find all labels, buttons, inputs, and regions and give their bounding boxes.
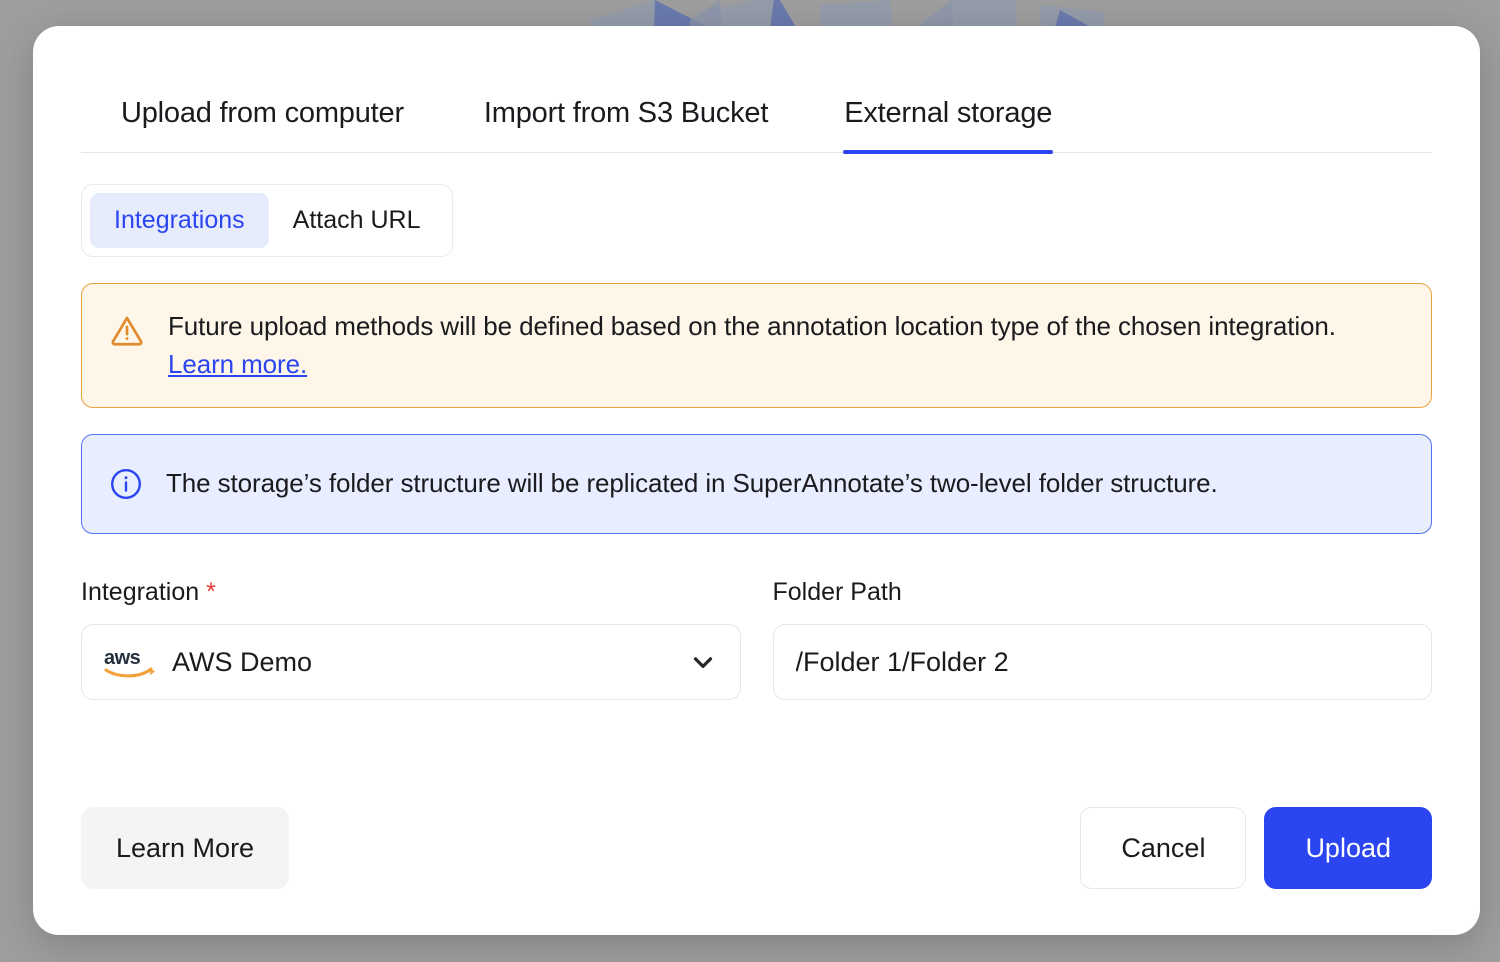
integration-label-text: Integration (81, 578, 200, 607)
required-asterisk: * (206, 578, 216, 607)
folder-path-input[interactable]: /Folder 1/Folder 2 (772, 624, 1432, 701)
svg-text:aws: aws (104, 647, 141, 669)
source-mode-segmented-control: Integrations Attach URL (81, 184, 454, 257)
upload-dialog: Upload from computer Import from S3 Buck… (33, 26, 1480, 935)
folder-path-field: Folder Path /Folder 1/Folder 2 (772, 578, 1432, 701)
warning-triangle-icon (108, 308, 146, 349)
segment-attach-url[interactable]: Attach URL (269, 193, 445, 248)
tab-external-storage[interactable]: External storage (843, 97, 1054, 154)
info-banner-text: The storage’s folder structure will be r… (166, 468, 1218, 499)
segment-integrations[interactable]: Integrations (90, 193, 269, 248)
info-circle-icon (108, 466, 144, 502)
dialog-footer: Learn More Cancel Upload (81, 807, 1432, 889)
chevron-down-icon[interactable] (688, 647, 718, 677)
info-banner: The storage’s folder structure will be r… (81, 434, 1432, 535)
tab-import-from-s3-bucket[interactable]: Import from S3 Bucket (484, 97, 768, 152)
folder-path-value: /Folder 1/Folder 2 (795, 646, 1009, 677)
warning-banner-message: Future upload methods will be defined ba… (168, 311, 1336, 341)
form-row: Integration * aws AWS Demo Folder Path /… (81, 578, 1432, 701)
dialog-tabs: Upload from computer Import from S3 Buck… (81, 26, 1432, 154)
tab-upload-from-computer[interactable]: Upload from computer (121, 97, 404, 152)
integration-field: Integration * aws AWS Demo (81, 578, 741, 701)
warning-banner: Future upload methods will be defined ba… (81, 283, 1432, 409)
upload-button[interactable]: Upload (1264, 807, 1432, 889)
integration-select[interactable]: aws AWS Demo (81, 624, 741, 701)
folder-path-label: Folder Path (772, 578, 902, 607)
integration-value: AWS Demo (172, 646, 313, 677)
warning-banner-learn-more-link[interactable]: Learn more. (168, 349, 307, 379)
cancel-button[interactable]: Cancel (1080, 807, 1247, 889)
integration-label: Integration * (81, 578, 741, 607)
learn-more-button[interactable]: Learn More (81, 807, 290, 889)
aws-logo-icon: aws (104, 645, 156, 679)
warning-banner-text: Future upload methods will be defined ba… (168, 308, 1405, 383)
